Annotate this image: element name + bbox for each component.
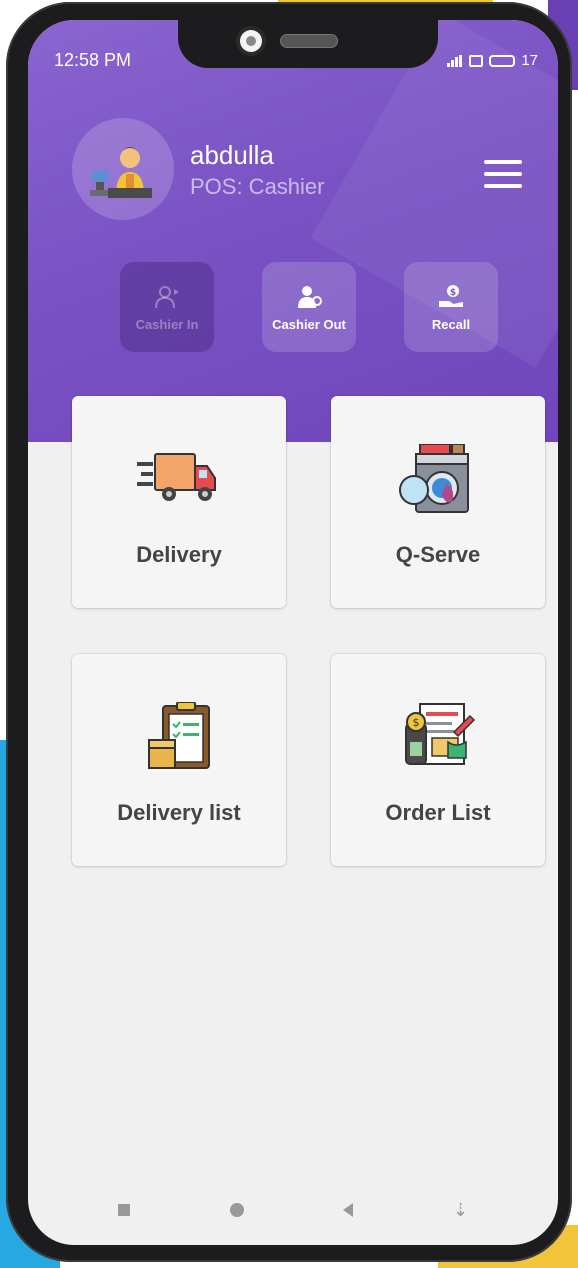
invoice-payment-icon: $ — [405, 703, 476, 765]
recall-icon: $ — [439, 284, 463, 307]
svg-text:$: $ — [450, 288, 456, 298]
profile-header — [28, 20, 558, 442]
q-serve-label: Q-Serve — [395, 542, 481, 567]
app-screen: 12:58 PM 17 abdulla POS: Cashier Cashier… — [28, 20, 558, 1245]
recent-apps-icon[interactable] — [117, 1204, 130, 1216]
phone-notch — [178, 20, 438, 68]
recall-label: Recall — [431, 316, 471, 332]
q-serve-tile[interactable]: Q-Serve — [331, 396, 545, 608]
home-icon[interactable] — [229, 1203, 244, 1217]
cashier-in-icon — [155, 285, 179, 308]
sim-icon — [469, 54, 484, 67]
back-icon[interactable] — [343, 1203, 354, 1217]
cashier-in-button[interactable]: Cashier In — [120, 262, 214, 352]
svg-text:$: $ — [413, 716, 420, 729]
status-time: 12:58 PM — [54, 50, 132, 70]
user-name: abdulla — [190, 140, 274, 170]
order-list-label: Order List — [385, 800, 491, 825]
delivery-tile[interactable]: Delivery — [72, 396, 286, 608]
delivery-list-label: Delivery list — [117, 800, 241, 825]
recall-button[interactable]: $ Recall — [404, 262, 498, 352]
speaker-icon — [280, 34, 338, 48]
delivery-list-tile[interactable]: Delivery list — [72, 654, 286, 866]
clipboard-package-icon — [148, 702, 210, 769]
phone-frame: 12:58 PM 17 abdulla POS: Cashier Cashier… — [6, 2, 572, 1262]
avatar[interactable] — [72, 118, 174, 220]
battery-level: 17 — [521, 52, 538, 69]
system-nav-bar: ⇣ — [28, 1175, 558, 1245]
washing-machine-icon — [399, 444, 469, 513]
user-role: POS: Cashier — [190, 174, 325, 199]
status-icons: 17 — [447, 52, 538, 69]
delivery-truck-icon — [137, 453, 216, 501]
cashier-in-label: Cashier In — [135, 316, 199, 332]
cashier-out-label: Cashier Out — [272, 316, 346, 332]
download-arrow-icon[interactable]: ⇣ — [453, 1200, 468, 1221]
order-list-tile[interactable]: $ Order List — [331, 654, 545, 866]
delivery-label: Delivery — [136, 542, 222, 567]
cashier-out-icon — [298, 285, 322, 308]
cashier-out-button[interactable]: Cashier Out — [262, 262, 356, 352]
cashier-avatar-icon — [90, 147, 152, 198]
signal-icon — [447, 54, 463, 67]
camera-icon — [240, 30, 262, 52]
battery-icon — [489, 54, 516, 67]
hamburger-menu-icon[interactable] — [484, 160, 522, 188]
